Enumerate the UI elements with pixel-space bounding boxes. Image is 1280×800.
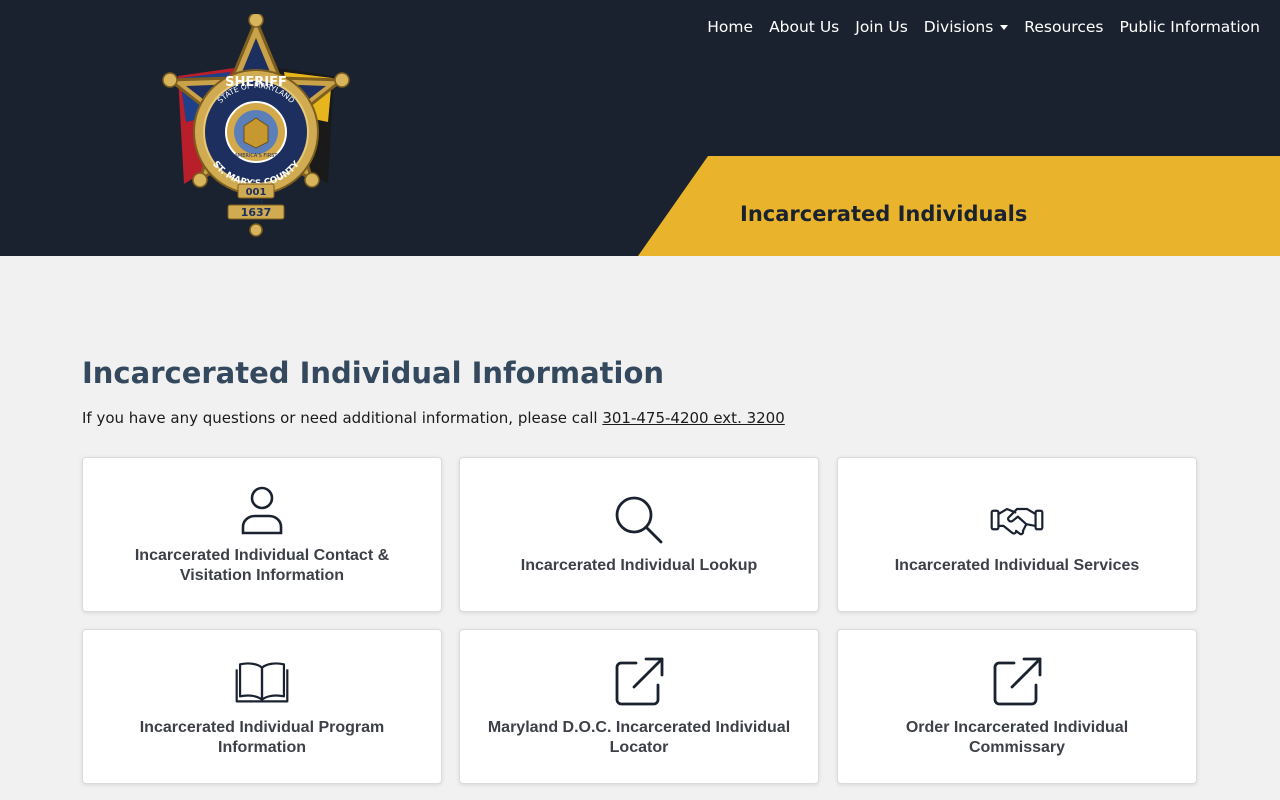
sheriff-badge-logo[interactable]: SHERIFF STATE OF MARYLAND ST. MARY'S COU… bbox=[156, 14, 356, 240]
card-services[interactable]: Incarcerated Individual Services bbox=[837, 457, 1197, 612]
site-header: SHERIFF STATE OF MARYLAND ST. MARY'S COU… bbox=[0, 0, 1280, 256]
intro-text: If you have any questions or need additi… bbox=[82, 409, 785, 427]
caret-down-icon bbox=[1000, 24, 1009, 30]
nav-divisions-dropdown[interactable]: Divisions bbox=[924, 18, 1009, 36]
badge-motto-text: AMERICA'S FIRST bbox=[235, 153, 279, 159]
nav-home[interactable]: Home bbox=[707, 18, 753, 36]
main-nav: Home About Us Join Us Divisions Resource… bbox=[707, 18, 1260, 36]
nav-join-us[interactable]: Join Us bbox=[855, 18, 908, 36]
card-contact-visitation[interactable]: Incarcerated Individual Contact & Visita… bbox=[82, 457, 442, 612]
external-link-icon bbox=[612, 655, 666, 709]
banner-title: Incarcerated Individuals bbox=[740, 202, 1028, 226]
phone-link[interactable]: 301-475-4200 ext. 3200 bbox=[602, 409, 784, 427]
nav-resources[interactable]: Resources bbox=[1024, 18, 1103, 36]
card-program-information[interactable]: Incarcerated Individual Program Informat… bbox=[82, 629, 442, 784]
book-icon bbox=[235, 655, 289, 709]
page-title: Incarcerated Individual Information bbox=[82, 356, 665, 390]
card-label: Incarcerated Individual Lookup bbox=[520, 557, 758, 574]
card-lookup[interactable]: Incarcerated Individual Lookup bbox=[459, 457, 819, 612]
badge-year-text: 1637 bbox=[241, 206, 272, 219]
nav-about-us[interactable]: About Us bbox=[769, 18, 839, 36]
handshake-icon bbox=[990, 493, 1044, 547]
page-banner: Incarcerated Individuals bbox=[638, 156, 1280, 256]
nav-public-information[interactable]: Public Information bbox=[1119, 18, 1260, 36]
card-md-doc-locator[interactable]: Maryland D.O.C. Incarcerated Individual … bbox=[459, 629, 819, 784]
card-label: Incarcerated Individual Program Informat… bbox=[139, 719, 385, 756]
person-icon bbox=[235, 483, 289, 537]
card-label: Incarcerated Individual Contact & Visita… bbox=[134, 547, 390, 584]
search-icon bbox=[612, 493, 666, 547]
card-label: Order Incarcerated Individual Commissary bbox=[905, 719, 1129, 756]
card-order-commissary[interactable]: Order Incarcerated Individual Commissary bbox=[837, 629, 1197, 784]
card-label: Maryland D.O.C. Incarcerated Individual … bbox=[487, 719, 791, 756]
external-link-icon bbox=[990, 655, 1044, 709]
card-label: Incarcerated Individual Services bbox=[894, 557, 1140, 574]
badge-number-text: 001 bbox=[246, 187, 267, 198]
